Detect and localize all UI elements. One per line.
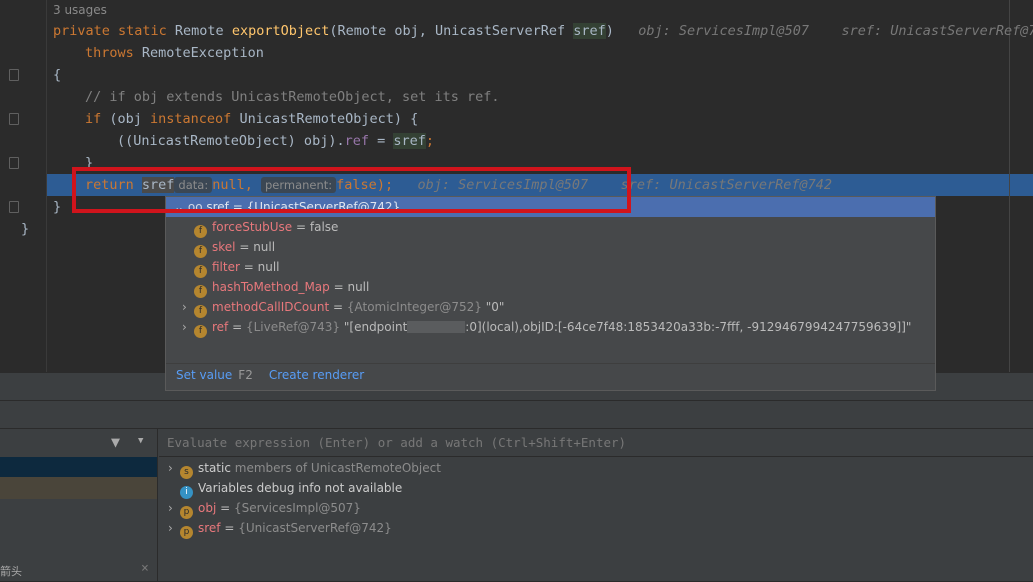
gutter: [0, 0, 47, 372]
field-row[interactable]: › f methodCallIDCount = {AtomicInteger@752…: [182, 297, 504, 318]
field-row[interactable]: f skel = null: [194, 237, 275, 258]
variable-row[interactable]: › s static members of UnicastRemoteObject: [168, 458, 441, 479]
field-row[interactable]: f hashToMethod_Map = null: [194, 277, 369, 298]
if-line: if (obj instanceof UnicastRemoteObject) …: [85, 111, 419, 127]
chevron-right-icon[interactable]: ›: [168, 518, 180, 538]
hint-text: 箭头: [0, 565, 22, 578]
field-icon: f: [194, 325, 207, 338]
usages-hint[interactable]: 3 usages: [53, 0, 107, 20]
comment: // if obj extends UnicastRemoteObject, s…: [85, 89, 500, 105]
variable-row[interactable]: › p sref = {UnicastServerRef@742}: [168, 518, 392, 539]
filter-icon[interactable]: ▼: [111, 433, 120, 451]
chevron-right-icon[interactable]: ›: [182, 317, 194, 337]
fold-icon[interactable]: [9, 113, 19, 125]
field-row[interactable]: › f ref = {LiveRef@743} "[endpoint:0](loca…: [182, 317, 911, 338]
field-row[interactable]: f filter = null: [194, 257, 280, 278]
popup-footer: Set value F2 Create renderer: [166, 363, 935, 391]
throws-line: throws RemoteException: [85, 45, 264, 61]
brace: {: [53, 67, 62, 83]
close-icon[interactable]: ×: [141, 561, 149, 576]
variable-inspect-popup[interactable]: ⌄ oo sref = {UnicastServerRef@742} f forc…: [165, 196, 936, 391]
frame-row[interactable]: [0, 477, 157, 499]
assign-line: ((UnicastRemoteObject) obj).ref = sref;: [117, 133, 435, 149]
field-row[interactable]: f forceStubUse = false: [194, 217, 338, 238]
evaluate-expression-input[interactable]: Evaluate expression (Enter) or add a wat…: [159, 429, 1033, 457]
right-margin-guide: [1009, 0, 1010, 372]
chevron-right-icon[interactable]: ›: [168, 498, 180, 518]
chevron-right-icon[interactable]: ›: [168, 458, 180, 478]
variable-row[interactable]: › p obj = {ServicesImpl@507}: [168, 498, 361, 519]
set-value-link[interactable]: Set value: [176, 368, 232, 382]
fold-icon[interactable]: [9, 157, 19, 169]
create-renderer-link[interactable]: Create renderer: [269, 368, 364, 382]
method-signature: private static Remote exportObject(Remot…: [53, 23, 1033, 39]
fold-icon[interactable]: [9, 201, 19, 213]
brace: }: [53, 199, 62, 215]
brace: }: [21, 221, 30, 237]
dropdown-arrow-icon[interactable]: ▼: [138, 436, 143, 446]
divider: [0, 400, 1033, 401]
highlight-annotation-box: [72, 167, 631, 213]
debug-panel: 箭头 × ▼ ▼ Evaluate expression (Enter) or …: [0, 372, 1033, 582]
frame-row-selected[interactable]: [0, 457, 157, 477]
frames-panel[interactable]: 箭头 ×: [0, 429, 158, 582]
chevron-right-icon[interactable]: ›: [182, 297, 194, 317]
redacted-block: [407, 321, 466, 333]
variable-row: i Variables debug info not available: [180, 478, 402, 499]
fold-icon[interactable]: [9, 69, 19, 81]
parameter-icon: p: [180, 526, 193, 539]
shortcut-label: F2: [238, 368, 253, 382]
